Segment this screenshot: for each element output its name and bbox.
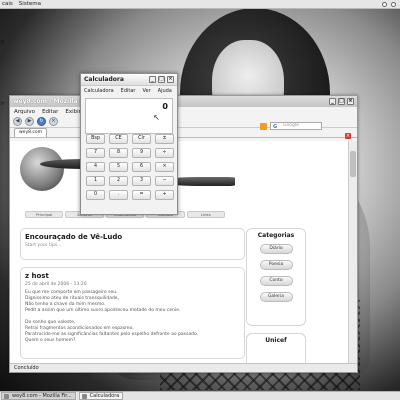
minimize-button[interactable]: _ (149, 76, 156, 83)
search-placeholder: Google (283, 123, 299, 128)
minimize-button[interactable]: _ (329, 98, 336, 105)
key-clear[interactable]: Clr (132, 134, 151, 144)
page-content: Principal Autores Estatísticas Contato L… (10, 141, 349, 363)
scrollbar-thumb[interactable] (350, 151, 356, 177)
mouse-pointer-icon: ↖ (153, 113, 160, 122)
post-title[interactable]: z host (21, 268, 244, 282)
key-6[interactable]: 6 (132, 162, 151, 172)
category-diario[interactable]: Diário (259, 244, 293, 254)
key-1[interactable]: 1 (86, 176, 105, 186)
calculator-display: 0 ↖ (85, 98, 173, 134)
moon-image (20, 147, 64, 191)
close-button[interactable]: × (167, 76, 174, 83)
category-conto[interactable]: Conto (259, 276, 293, 286)
firefox-window: wey8.com - Mozilla Fir... _ □ × Arquivo … (9, 95, 358, 373)
key-8[interactable]: 8 (109, 148, 128, 158)
taskbar-label: wey8.com - Mozilla Fir... (12, 393, 72, 399)
unicef-box: Unicef (246, 333, 306, 363)
key-decimal[interactable]: . (109, 190, 128, 200)
post-title[interactable]: Encouraçado de Vê-Ludo (21, 229, 244, 243)
stop-icon[interactable]: × (49, 117, 58, 126)
menu-ajuda[interactable]: Ajuda (158, 88, 172, 94)
vertical-scrollbar[interactable] (348, 141, 357, 363)
calculator-titlebar[interactable]: Calculadora _ □ × (81, 74, 177, 86)
menu-calculadora[interactable]: Calculadora (84, 88, 114, 94)
key-5[interactable]: 5 (109, 162, 128, 172)
taskbar-item-firefox[interactable]: wey8.com - Mozilla Fir... (1, 392, 76, 400)
key-sign[interactable]: ± (155, 134, 174, 144)
system-tray (382, 1, 400, 7)
close-button[interactable]: × (347, 98, 354, 105)
maximize-button[interactable]: □ (338, 98, 345, 105)
key-minus[interactable]: − (155, 176, 174, 186)
close-tab-icon[interactable]: × (345, 133, 351, 139)
top-panel: cais Sistema (0, 0, 400, 9)
firefox-icon (4, 394, 9, 399)
key-4[interactable]: 4 (86, 162, 105, 172)
taskbar-label: Calculadora (89, 393, 120, 399)
post-line: Quem o seus homem? (25, 338, 76, 343)
menu-editar[interactable]: Editar (121, 88, 136, 94)
key-plus[interactable]: + (155, 190, 174, 200)
top-panel-item-sistema[interactable]: Sistema (19, 1, 41, 7)
calculator-keypad: Bsp CE Clr ± 7 8 9 ÷ 4 5 6 × 1 2 3 − 0 .… (86, 134, 174, 200)
tab-wey8[interactable]: wey8.com (14, 128, 48, 137)
reload-icon[interactable]: ↻ (37, 117, 46, 126)
search-area: G Google (260, 122, 322, 130)
category-poesia[interactable]: Poesia (259, 260, 293, 270)
desktop-label-1: p (1, 39, 5, 45)
calculator-window: Calculadora _ □ × Calculadora Editar Ver… (80, 73, 178, 215)
key-clear-entry[interactable]: CE (109, 134, 128, 144)
key-divide[interactable]: ÷ (155, 148, 174, 158)
network-icon[interactable] (382, 1, 387, 7)
calculator-icon (81, 394, 87, 399)
nav-links[interactable]: Links (186, 211, 226, 218)
top-panel-item-cais[interactable]: cais (2, 1, 13, 7)
taskbar: wey8.com - Mozilla Fir... Calculadora (0, 391, 400, 400)
key-3[interactable]: 3 (132, 176, 151, 186)
menu-ver[interactable]: Ver (142, 88, 150, 94)
post-meta: 25 de abril de 2006 - 13:20 (25, 282, 87, 287)
key-2[interactable]: 2 (109, 176, 128, 186)
key-7[interactable]: 7 (86, 148, 105, 158)
status-bar: Concluído (10, 363, 357, 372)
rss-icon[interactable] (260, 122, 267, 130)
key-multiply[interactable]: × (155, 162, 174, 172)
key-backspace[interactable]: Bsp (86, 134, 105, 144)
status-text: Concluído (14, 365, 39, 371)
forward-icon[interactable]: ▶ (25, 117, 34, 126)
key-0[interactable]: 0 (86, 190, 105, 200)
menu-exibir[interactable]: Exibir (65, 109, 81, 115)
menu-editar[interactable]: Editar (42, 109, 58, 115)
calculator-menubar: Calculadora Editar Ver Ajuda (81, 86, 177, 96)
post-zhost: z host 25 de abril de 2006 - 13:20 Eu qu… (20, 267, 245, 359)
category-galeria[interactable]: Galeria (259, 292, 293, 302)
maximize-button[interactable]: □ (158, 76, 165, 83)
categories-title: Categorias (257, 232, 295, 239)
categories-box: Categorias Diário Poesia Conto Galeria (246, 228, 306, 326)
site-banner: Principal Autores Estatísticas Contato L… (10, 141, 349, 219)
firefox-titlebar[interactable]: wey8.com - Mozilla Fir... _ □ × (10, 96, 357, 107)
desktop-label-2: ir (1, 101, 5, 107)
search-input[interactable]: G Google (270, 122, 322, 130)
post-encouracado: Encouraçado de Vê-Ludo Start your tips..… (20, 228, 245, 260)
unicef-title: Unicef (265, 337, 287, 344)
key-equals[interactable]: = (132, 190, 151, 200)
google-icon: G (273, 124, 278, 130)
taskbar-item-calculator[interactable]: Calculadora (78, 392, 124, 400)
post-body: Start your tips... (25, 243, 62, 248)
volume-icon[interactable] (391, 1, 396, 7)
calculator-title: Calculadora (84, 76, 124, 83)
key-9[interactable]: 9 (132, 148, 151, 158)
menu-arquivo[interactable]: Arquivo (14, 109, 35, 115)
firefox-menubar: Arquivo Editar Exibir (10, 107, 357, 116)
nav-principal[interactable]: Principal (25, 211, 64, 218)
back-icon[interactable]: ◀ (13, 117, 22, 126)
display-value: 0 (162, 102, 168, 111)
